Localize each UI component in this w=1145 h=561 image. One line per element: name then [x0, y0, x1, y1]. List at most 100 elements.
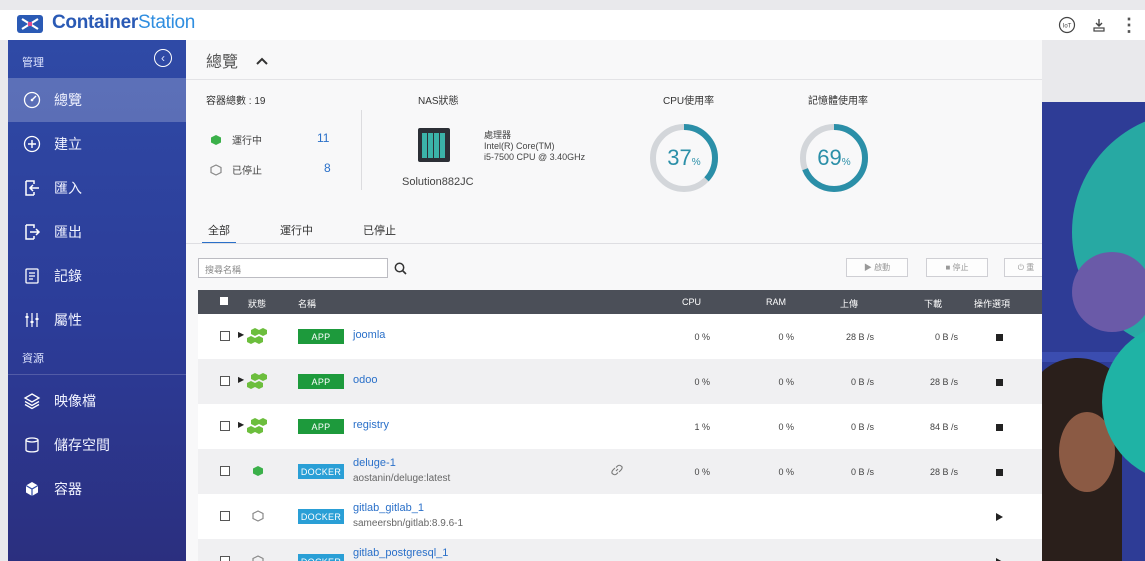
promo-graphic — [1042, 102, 1145, 561]
sidebar-item-containers[interactable]: 容器 — [8, 467, 186, 511]
tab-stopped[interactable]: 已停止 — [357, 222, 402, 244]
row-checkbox[interactable] — [220, 421, 230, 431]
download-cell: 84 B /s — [929, 422, 958, 432]
stopped-label: 已停止 — [232, 166, 262, 177]
plus-circle-icon — [22, 134, 42, 154]
column-download[interactable]: 下載 — [924, 297, 942, 310]
table-row[interactable]: ▶ APP joomla 0 % 0 % 28 B /s 0 B /s — [198, 314, 1042, 359]
container-image: aostanin/deluge:latest — [353, 473, 451, 484]
row-checkbox[interactable] — [220, 331, 230, 341]
download-icon[interactable] — [1088, 14, 1110, 36]
container-name[interactable]: registry — [353, 419, 389, 431]
container-name[interactable]: odoo — [353, 374, 377, 386]
sidebar-item-label: 總覽 — [54, 92, 82, 108]
stop-icon[interactable] — [996, 334, 1003, 341]
download-cell: 28 B /s — [929, 377, 958, 387]
row-checkbox[interactable] — [220, 511, 230, 521]
sidebar-item-export[interactable]: 匯出 — [8, 210, 186, 254]
running-cube-icon — [253, 466, 263, 476]
container-name[interactable]: gitlab_postgresql_1 — [353, 547, 448, 559]
collapse-summary-icon[interactable] — [256, 52, 268, 68]
memory-usage-label: 記憶體使用率 — [808, 96, 868, 107]
stop-button[interactable]: ■ 停止 — [926, 258, 988, 277]
container-name[interactable]: gitlab_gitlab_1 — [353, 502, 424, 514]
stopped-cube-icon — [252, 510, 264, 522]
main-panel: 總覽 容器總數 : 19 運行中 11 已停止 8 NAS狀態 Solution… — [186, 40, 1048, 561]
nas-device-icon — [418, 128, 450, 162]
sidebar-item-storage[interactable]: 儲存空間 — [8, 423, 186, 467]
sidebar-item-label: 匯入 — [54, 180, 82, 196]
sidebar-item-label: 記錄 — [54, 268, 82, 284]
running-count-row: 運行中 — [210, 132, 262, 147]
container-name[interactable]: joomla — [353, 329, 385, 341]
container-name[interactable]: deluge-1 — [353, 457, 396, 469]
more-vertical-icon[interactable]: ⋮ — [1118, 14, 1140, 36]
table-row[interactable]: ▶ APP odoo 0 % 0 % 0 B /s 28 B /s — [198, 359, 1042, 404]
promo-illustration — [1042, 102, 1145, 561]
sidebar-item-properties[interactable]: 屬性 — [8, 298, 186, 342]
row-checkbox[interactable] — [220, 556, 230, 561]
processor-label: 處理器 — [484, 130, 512, 140]
iot-icon[interactable]: IoT — [1056, 14, 1078, 36]
column-status[interactable]: 狀態 — [248, 297, 266, 310]
table-row[interactable]: DOCKER gitlab_gitlab_1 sameersbn/gitlab:… — [198, 494, 1042, 539]
column-upload[interactable]: 上傳 — [840, 297, 858, 310]
upload-cell: 0 B /s — [850, 467, 874, 477]
search-input[interactable]: 搜尋名稱 — [198, 258, 388, 278]
upload-cell: 0 B /s — [850, 377, 874, 387]
expand-icon[interactable]: ▶ — [238, 420, 244, 429]
tab-running[interactable]: 運行中 — [274, 222, 319, 244]
type-badge: DOCKER — [298, 464, 344, 479]
sidebar-section-manage: 管理 ‹ — [8, 40, 186, 78]
expand-icon[interactable]: ▶ — [238, 375, 244, 384]
type-badge: DOCKER — [298, 554, 344, 561]
row-checkbox[interactable] — [220, 376, 230, 386]
summary-divider — [361, 110, 362, 190]
app-cubes-icon — [247, 328, 267, 344]
download-cell: 0 B /s — [934, 332, 958, 342]
total-containers-label: 容器總數 : 19 — [206, 96, 266, 107]
stopped-count-row: 已停止 — [210, 162, 262, 177]
cpu-cell: 0 % — [694, 467, 710, 477]
select-all-checkbox[interactable] — [220, 297, 228, 305]
column-ram[interactable]: RAM — [766, 297, 786, 307]
link-icon[interactable] — [610, 463, 624, 480]
download-cell: 28 B /s — [929, 467, 958, 477]
sliders-icon — [22, 310, 42, 330]
stop-icon[interactable] — [996, 424, 1003, 431]
search-icon[interactable] — [391, 258, 409, 278]
upload-cell: 0 B /s — [850, 422, 874, 432]
sidebar-item-import[interactable]: 匯入 — [8, 166, 186, 210]
dashboard-icon — [22, 90, 42, 110]
sidebar-item-overview[interactable]: 總覽 — [8, 78, 186, 122]
ram-cell: 0 % — [778, 377, 794, 387]
running-cube-icon — [211, 134, 221, 145]
upload-cell: 28 B /s — [845, 332, 874, 342]
collapse-sidebar-icon[interactable]: ‹ — [154, 49, 172, 67]
type-badge: APP — [298, 374, 344, 389]
sidebar-item-label: 匯出 — [54, 224, 82, 240]
cpu-cell: 0 % — [694, 332, 710, 342]
stopped-cube-icon — [252, 555, 264, 561]
tab-all[interactable]: 全部 — [202, 222, 236, 244]
sidebar-item-images[interactable]: 映像檔 — [8, 379, 186, 423]
running-count[interactable]: 11 — [317, 131, 329, 145]
table-row[interactable]: DOCKER gitlab_postgresql_1 — [198, 539, 1042, 561]
container-image: sameersbn/gitlab:8.9.6-1 — [353, 518, 464, 529]
stopped-count[interactable]: 8 — [324, 161, 331, 175]
expand-icon[interactable]: ▶ — [238, 330, 244, 339]
tabs-divider — [186, 243, 1042, 244]
sidebar-item-create[interactable]: 建立 — [8, 122, 186, 166]
column-name[interactable]: 名稱 — [298, 297, 316, 310]
sidebar-item-label: 建立 — [54, 136, 82, 152]
sidebar-item-logs[interactable]: 記錄 — [8, 254, 186, 298]
cpu-cell: 1 % — [694, 422, 710, 432]
table-row[interactable]: DOCKER deluge-1 aostanin/deluge:latest 0… — [198, 449, 1042, 494]
table-row[interactable]: ▶ APP registry 1 % 0 % 0 B /s 84 B /s — [198, 404, 1042, 449]
play-icon[interactable] — [996, 513, 1003, 521]
stop-icon[interactable] — [996, 379, 1003, 386]
start-button[interactable]: ▶ 啟動 — [846, 258, 908, 277]
column-cpu[interactable]: CPU — [682, 297, 701, 307]
stop-icon[interactable] — [996, 469, 1003, 476]
row-checkbox[interactable] — [220, 466, 230, 476]
